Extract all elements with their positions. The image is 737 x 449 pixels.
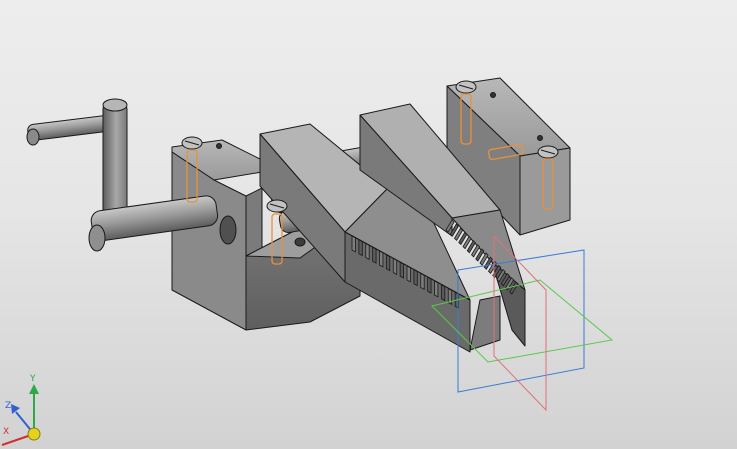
rack-tooth: [379, 250, 384, 268]
rack-tooth: [434, 280, 439, 298]
rack-tooth: [372, 246, 377, 264]
pin-hole-right-2: [537, 135, 543, 141]
rack-tooth: [365, 242, 370, 261]
rack-tooth: [427, 276, 432, 294]
rack-tooth: [358, 239, 363, 257]
jaw-right-blade: [469, 295, 501, 351]
pin-hole-right-1: [490, 92, 496, 98]
body-left-step: [245, 187, 263, 257]
body-left-front-face: [171, 151, 247, 331]
rack-tooth: [351, 235, 356, 253]
triad-origin: [27, 427, 41, 441]
crank-arm-end: [26, 128, 40, 146]
crank-screw-end: [88, 224, 106, 252]
3d-viewport[interactable]: Y Z X: [0, 0, 737, 449]
rack-tooth: [440, 284, 446, 302]
body-right-side-face: [519, 147, 571, 236]
rack-tooth: [420, 272, 425, 291]
axis-x-label: X: [3, 427, 10, 437]
rack-tooth: [413, 269, 418, 287]
crank-shaft-cap: [102, 98, 128, 112]
rack-tooth: [392, 257, 398, 276]
body-base-hole: [294, 237, 306, 247]
pin-hole-left-1: [216, 143, 222, 149]
rack-tooth: [385, 254, 391, 272]
axis-y-label: Y: [30, 374, 36, 384]
rack-tooth: [406, 265, 411, 283]
axis-y-arrow: [29, 384, 39, 394]
cad-model-scene[interactable]: [0, 0, 737, 449]
axis-z-label: Z: [5, 401, 12, 411]
body-left-bore: [219, 215, 237, 245]
rack-tooth: [399, 261, 404, 279]
